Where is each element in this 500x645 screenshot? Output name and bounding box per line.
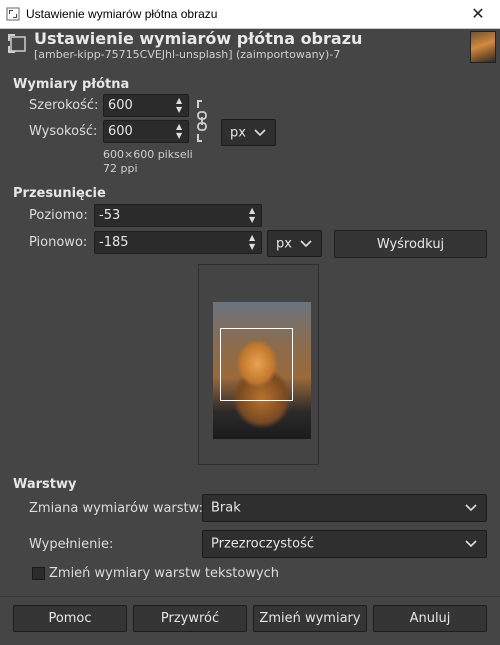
image-name: [amber-kipp-75715CVEJhl-unsplash] (zaimp… (34, 48, 341, 61)
window-titlebar: Ustawienie wymiarów płótna obrazu ✕ (0, 0, 500, 29)
pixel-dimensions: 600×600 pikseli (103, 148, 193, 161)
chevron-down-icon (465, 540, 477, 548)
gimp-app-icon (6, 7, 20, 21)
dialog-title: Ustawienie wymiarów płótna obrazu (34, 29, 363, 48)
height-value: 600 (108, 124, 133, 139)
offset-x-stepper[interactable]: ▲ ▼ (247, 205, 261, 226)
divider (0, 596, 500, 597)
chevron-down-icon (300, 239, 312, 247)
width-value: 600 (108, 98, 133, 113)
resolution-info: 72 ppi (103, 162, 138, 175)
offset-y-spinbox[interactable]: -185 ▲ ▼ (94, 231, 262, 254)
window-title: Ustawienie wymiarów płótna obrazu (26, 7, 218, 21)
resize-text-layers-label[interactable]: Zmień wymiary warstw tekstowych (49, 566, 279, 581)
chain-link-icon[interactable] (194, 98, 210, 144)
help-button[interactable]: Pomoc (13, 605, 127, 632)
center-button[interactable]: Wyśrodkuj (334, 230, 487, 258)
image-boundary-frame[interactable] (220, 328, 293, 401)
offset-y-label: Pionowo: (29, 235, 88, 250)
close-icon[interactable]: ✕ (456, 0, 500, 28)
layers-section-title: Warstwy (13, 477, 77, 492)
height-label: Wysokość: (29, 124, 98, 139)
chevron-down-icon (254, 128, 266, 136)
height-spinbox[interactable]: 600 ▲ ▼ (103, 120, 189, 143)
width-stepper[interactable]: ▲ ▼ (174, 95, 188, 116)
offset-unit-select[interactable]: px (267, 230, 322, 257)
offset-unit-value: px (276, 236, 292, 251)
resize-button[interactable]: Zmień wymiary (253, 605, 367, 632)
offset-x-value: -53 (99, 208, 121, 223)
fill-label: Wypełnienie: (29, 537, 114, 552)
canvas-unit-select[interactable]: px (221, 119, 276, 146)
fill-select[interactable]: Przezroczystość (202, 530, 487, 558)
resize-layers-select[interactable]: Brak (202, 494, 487, 522)
offset-x-spinbox[interactable]: -53 ▲ ▼ (94, 204, 262, 227)
resize-layers-value: Brak (211, 500, 241, 516)
chevron-down-icon (465, 504, 477, 512)
width-label: Szerokość: (29, 98, 99, 113)
canvas-size-icon (8, 34, 26, 53)
offset-y-stepper[interactable]: ▲ ▼ (247, 232, 261, 253)
cancel-button[interactable]: Anuluj (373, 605, 487, 632)
fill-value: Przezroczystość (211, 536, 315, 552)
image-thumbnail (470, 31, 496, 63)
canvas-unit-value: px (230, 125, 246, 140)
offset-x-label: Poziomo: (29, 208, 88, 223)
resize-text-layers-checkbox[interactable] (32, 567, 45, 580)
offset-y-value: -185 (99, 235, 129, 250)
offset-section-title: Przesunięcie (13, 186, 106, 201)
width-spinbox[interactable]: 600 ▲ ▼ (103, 94, 189, 117)
height-stepper[interactable]: ▲ ▼ (174, 121, 188, 142)
resize-layers-label: Zmiana wymiarów warstw: (29, 501, 203, 516)
canvas-size-section-title: Wymiary płótna (13, 77, 130, 92)
reset-button[interactable]: Przywróć (133, 605, 247, 632)
